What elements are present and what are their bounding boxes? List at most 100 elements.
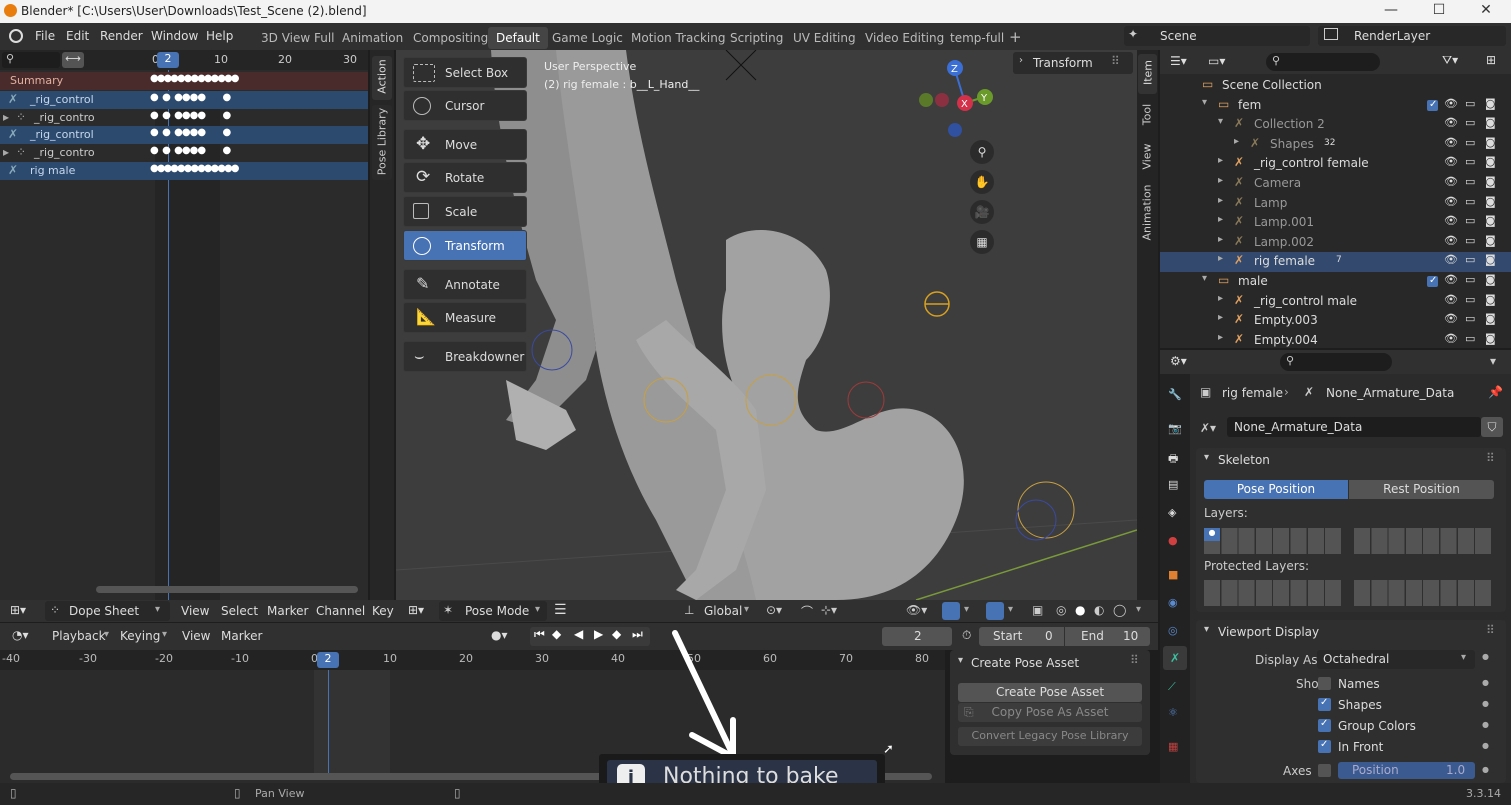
workspace-tab-scripting[interactable]: Scripting: [730, 31, 783, 45]
outliner-row[interactable]: ✗ ▸ _rig_control female 👁 ▭ ◙: [1160, 154, 1511, 174]
navigation-gizmo[interactable]: Z Y X: [916, 58, 996, 138]
outliner-row[interactable]: ✗ ▸ _rig_control male 👁 ▭ ◙: [1160, 292, 1511, 312]
outliner-row[interactable]: ✗ ▸ Empty.004 👁 ▭ ◙: [1160, 331, 1511, 351]
render-tab-icon[interactable]: 📷: [1168, 422, 1182, 435]
workspace-tab-animation[interactable]: Animation: [342, 31, 403, 45]
dopesheet-menu-marker[interactable]: Marker: [267, 604, 308, 618]
outliner-row[interactable]: ✗ ▸ Camera 👁 ▭ ◙: [1160, 174, 1511, 194]
armature-data-tab-icon[interactable]: ✗: [1163, 646, 1187, 670]
workspace-tab-3d-view-full[interactable]: 3D View Full: [261, 31, 335, 45]
outliner-row[interactable]: ▭ ▾ male 👁 ▭ ◙: [1160, 272, 1511, 292]
visibility-eye-icon[interactable]: 👁: [1444, 332, 1458, 345]
bone-tab-icon[interactable]: ⟋: [1168, 680, 1176, 694]
expand-arrow-icon[interactable]: ▸: [1218, 155, 1223, 166]
outliner-row[interactable]: ✗ ▸ rig female 7 👁 ▭ ◙: [1160, 252, 1511, 272]
keyframe-dot-icon[interactable]: ●: [1482, 741, 1489, 750]
tab-item[interactable]: Item: [1138, 54, 1157, 94]
workspace-tab-motion-tracking[interactable]: Motion Tracking: [631, 31, 725, 45]
visibility-eye-icon[interactable]: 👁: [1444, 175, 1458, 188]
tool-rotate[interactable]: ⟳ Rotate: [403, 162, 527, 193]
view-layer-selector[interactable]: RenderLayer: [1318, 26, 1506, 46]
channel-summary[interactable]: Summary ●●●●●●●●●●●●●: [0, 72, 368, 90]
expand-arrow-icon[interactable]: ▸: [3, 110, 9, 124]
render-toggle-icon[interactable]: ◙: [1485, 214, 1496, 227]
render-toggle-icon[interactable]: ◙: [1485, 155, 1496, 168]
timeline-menu-marker[interactable]: Marker: [221, 629, 262, 643]
orientation-global[interactable]: Global: [704, 604, 742, 618]
grid-toggle-icon[interactable]: ▦: [970, 230, 994, 254]
start-frame-field[interactable]: Start 0: [979, 627, 1064, 646]
expand-arrow-icon[interactable]: ▸: [1218, 214, 1223, 225]
armature-data-name-field[interactable]: None_Armature_Data: [1227, 417, 1481, 437]
expand-arrow-icon[interactable]: ▸: [1218, 293, 1223, 304]
chevron-down-icon[interactable]: ▾: [964, 604, 969, 615]
prev-keyframe-icon[interactable]: ◆: [552, 627, 561, 641]
keyframe-dot-icon[interactable]: ●: [1482, 652, 1489, 661]
expand-arrow-icon[interactable]: ▸: [1218, 175, 1223, 186]
expand-arrow-icon[interactable]: ▾: [1218, 116, 1223, 127]
3d-viewport[interactable]: User Perspective (2) rig female : b__L_H…: [396, 50, 1137, 600]
keyframe-dot-icon[interactable]: ●: [1482, 765, 1489, 774]
visibility-eye-icon[interactable]: 👁: [1444, 253, 1458, 266]
visibility-eye-icon[interactable]: 👁: [1444, 136, 1458, 149]
viewport-toggle-icon[interactable]: ▭: [1465, 136, 1475, 149]
visibility-eye-icon[interactable]: 👁: [1444, 155, 1458, 168]
layers-grid-b[interactable]: [1354, 528, 1492, 554]
pose-mode-select[interactable]: ✶ Pose Mode ▾: [439, 601, 547, 621]
render-toggle-icon[interactable]: ◙: [1485, 136, 1496, 149]
render-toggle-icon[interactable]: ◙: [1485, 312, 1496, 325]
render-toggle-icon[interactable]: ◙: [1485, 332, 1496, 345]
viewport-toggle-icon[interactable]: ▭: [1465, 253, 1475, 266]
snap-target-icon[interactable]: ⊹▾: [821, 603, 837, 617]
visibility-icon[interactable]: 👁▾: [906, 603, 927, 617]
expand-arrow-icon[interactable]: ▾: [1202, 273, 1207, 284]
render-toggle-icon[interactable]: ◙: [1485, 116, 1496, 129]
expand-arrow-icon[interactable]: ▸: [1218, 253, 1223, 264]
viewport-toggle-icon[interactable]: ▭: [1465, 273, 1475, 286]
stopwatch-icon[interactable]: ⏱: [962, 628, 971, 643]
pivot-icon[interactable]: ⊙▾: [766, 603, 782, 617]
object-tab-icon[interactable]: ■: [1168, 568, 1178, 581]
viewport-toggle-icon[interactable]: ▭: [1465, 332, 1475, 345]
workspace-tab-default[interactable]: Default: [488, 27, 548, 49]
blender-menu-icon[interactable]: [9, 29, 23, 43]
visibility-eye-icon[interactable]: 👁: [1444, 273, 1458, 286]
outliner-row[interactable]: ✗ ▸ Empty.003 👁 ▭ ◙: [1160, 311, 1511, 331]
workspace-tab-game-logic[interactable]: Game Logic: [552, 31, 623, 45]
camera-view-icon[interactable]: 🎥: [970, 200, 994, 224]
visibility-eye-icon[interactable]: 👁: [1444, 214, 1458, 227]
group-colors-checkbox[interactable]: [1318, 718, 1331, 732]
display-as-select[interactable]: Octahedral ▾: [1317, 650, 1475, 669]
tool-select-box[interactable]: Select Box: [403, 57, 527, 88]
modifier-tab-icon[interactable]: ◉: [1168, 596, 1178, 609]
tab-view[interactable]: View: [1138, 140, 1157, 176]
scene-selector[interactable]: ✦ Scene: [1124, 26, 1310, 46]
editor-type-icon[interactable]: ◔▾: [12, 628, 29, 642]
play-reverse-icon[interactable]: ◀: [574, 627, 583, 641]
jump-start-icon[interactable]: ⏮: [534, 627, 545, 642]
dopesheet-menu-key[interactable]: Key: [372, 604, 394, 618]
expand-arrow-icon[interactable]: ▸: [1218, 234, 1223, 245]
channel-rig-male[interactable]: ✗ rig male ●●●●●●●●●●●●●: [0, 162, 368, 180]
collection-include-checkbox[interactable]: [1427, 99, 1438, 111]
shading-wireframe-icon[interactable]: ◎: [1056, 603, 1066, 617]
bone-constraints-tab-icon[interactable]: ⚛: [1168, 706, 1178, 719]
channel-rig-control-4[interactable]: ▸ ⁘ _rig_contro ● ● ●●●● ●: [0, 144, 368, 162]
tab-pose-library[interactable]: Pose Library: [372, 105, 392, 180]
workspace-tab-temp-full[interactable]: temp-full: [950, 31, 1004, 45]
protected-layers-grid-a[interactable]: [1204, 580, 1342, 606]
filter-icon[interactable]: ⛛▾: [1442, 53, 1458, 68]
end-frame-field[interactable]: End 10: [1065, 627, 1150, 646]
tab-animation[interactable]: Animation: [1138, 182, 1157, 246]
add-workspace-icon[interactable]: +: [1009, 28, 1022, 46]
overlay-toggle-icon[interactable]: [986, 602, 1004, 620]
scene-tab-icon[interactable]: ◈: [1168, 506, 1176, 519]
workspace-tab-video-editing[interactable]: Video Editing: [865, 31, 944, 45]
display-mode-icon[interactable]: ▭▾: [1208, 54, 1225, 68]
visibility-eye-icon[interactable]: 👁: [1444, 195, 1458, 208]
maximize-button[interactable]: ☐: [1419, 2, 1459, 18]
collapse-arrow-icon[interactable]: ▾: [1204, 624, 1209, 635]
shapes-checkbox[interactable]: [1318, 697, 1331, 711]
axes-position-slider[interactable]: Position 1.0: [1338, 762, 1475, 779]
protected-layers-grid-b[interactable]: [1354, 580, 1492, 606]
